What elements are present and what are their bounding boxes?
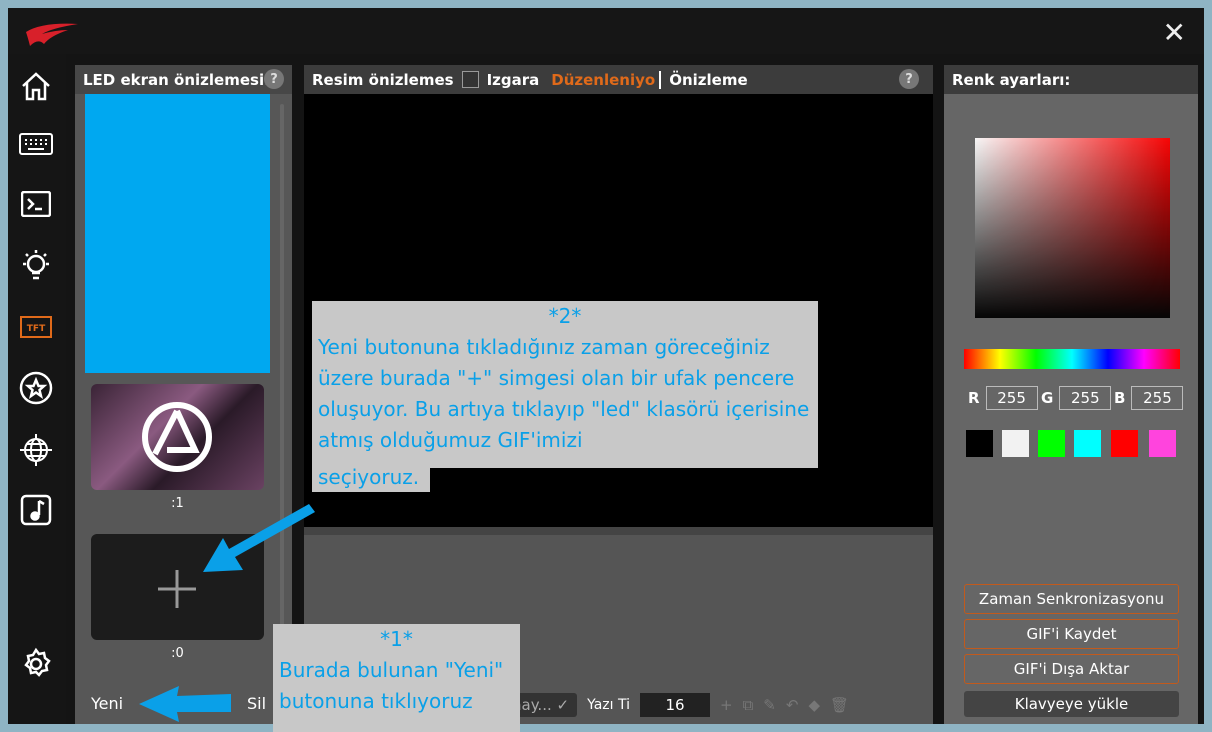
g-input[interactable]: 255 xyxy=(1059,386,1112,410)
r-input[interactable]: 255 xyxy=(985,386,1038,410)
color-settings-panel: R 255 G 255 B 255 Zaman Senkronizasyonu GIF… xyxy=(944,94,1198,724)
music-icon[interactable] xyxy=(18,492,54,528)
swatch-red[interactable] xyxy=(1111,430,1138,457)
time-sync-button[interactable]: Zaman Senkronizasyonu xyxy=(964,584,1179,614)
color-picker-square[interactable] xyxy=(975,138,1170,318)
load-to-keyboard-button[interactable]: Klavyeye yükle xyxy=(964,691,1179,717)
led-frames-panel: :1 :0 Yeni Sil xyxy=(75,94,292,724)
led-screen-preview xyxy=(85,94,270,373)
r-label: R xyxy=(968,389,980,407)
home-icon[interactable] xyxy=(18,68,54,104)
title-bar: ✕ xyxy=(8,8,1204,54)
grid-label: Izgara xyxy=(486,70,540,89)
swatch-magenta[interactable] xyxy=(1149,430,1176,457)
image-preview-header: Resim önizlemes Izgara Düzenleniyo Önizl… xyxy=(304,65,933,94)
tft-icon[interactable]: TFT xyxy=(18,309,54,345)
close-button[interactable]: ✕ xyxy=(1163,16,1186,49)
g-label: G xyxy=(1041,389,1054,407)
b-label: B xyxy=(1114,389,1126,407)
b-input[interactable]: 255 xyxy=(1131,386,1184,410)
annotation-1: *1* Burada bulunan "Yeni" butonuna tıklı… xyxy=(273,624,520,732)
keyboard-icon[interactable] xyxy=(18,126,54,162)
export-gif-button[interactable]: GIF'i Dışa Aktar xyxy=(964,654,1179,684)
help-icon[interactable]: ? xyxy=(264,69,284,89)
tab-preview[interactable]: Önizleme xyxy=(669,71,747,89)
annotation-1-text: Burada bulunan "Yeni" butonuna tıklıyoru… xyxy=(279,658,504,713)
brand-logo xyxy=(26,23,78,46)
svg-text:TFT: TFT xyxy=(27,324,46,334)
annotation-2-text: Yeni butonuna tıkladığınız zaman göreceğ… xyxy=(318,335,810,452)
divider xyxy=(304,527,933,535)
trash-icon[interactable]: 🗑 xyxy=(830,696,849,714)
font-size-label: Yazı Ti xyxy=(587,697,630,713)
led-preview-title: LED ekran önizlemesi: xyxy=(83,70,271,89)
color-settings-header: Renk ayarları: xyxy=(944,65,1198,94)
arrow-icon xyxy=(139,686,231,722)
image-preview-title: Resim önizlemes xyxy=(312,70,454,89)
globe-icon[interactable] xyxy=(18,432,54,468)
undo-icon[interactable]: ↶ xyxy=(786,696,799,714)
lightbulb-icon[interactable] xyxy=(18,248,54,284)
add-icon[interactable]: + xyxy=(720,696,733,714)
swatch-green[interactable] xyxy=(1038,430,1065,457)
pencil-icon[interactable]: ✎ xyxy=(763,696,776,714)
annotation-1-title: *1* xyxy=(380,627,413,651)
swatch-black[interactable] xyxy=(966,430,993,457)
frame-label: :0 xyxy=(171,646,184,661)
settings-gear-icon[interactable] xyxy=(18,646,54,682)
new-button[interactable]: Yeni xyxy=(91,694,123,713)
sidebar: TFT xyxy=(8,54,66,724)
hue-slider[interactable] xyxy=(964,349,1180,369)
swatch-cyan[interactable] xyxy=(1074,430,1101,457)
font-size-input[interactable]: 16 xyxy=(640,693,710,717)
linkin-park-logo xyxy=(142,402,212,472)
frame-thumbnail-1[interactable] xyxy=(91,384,264,490)
help-icon[interactable]: ? xyxy=(899,69,919,89)
arrow-icon xyxy=(203,504,315,572)
delete-button[interactable]: Sil xyxy=(247,694,266,713)
annotation-2: *2* Yeni butonuna tıkladığınız zaman gör… xyxy=(312,301,818,468)
save-gif-button[interactable]: GIF'i Kaydet xyxy=(964,619,1179,649)
led-preview-header: LED ekran önizlemesi: ? xyxy=(75,65,292,94)
star-badge-icon[interactable] xyxy=(18,370,54,406)
annotation-2-tail: seçiyoruz. xyxy=(312,466,430,492)
copy-icon[interactable]: ⧉ xyxy=(743,696,754,714)
swatch-white[interactable] xyxy=(1002,430,1029,457)
annotation-2-title: *2* xyxy=(548,304,582,328)
grid-checkbox[interactable] xyxy=(461,71,479,88)
eraser-icon[interactable]: ◆ xyxy=(808,696,820,714)
tab-editing[interactable]: Düzenleniyo xyxy=(551,70,662,89)
terminal-icon[interactable] xyxy=(18,186,54,222)
color-settings-title: Renk ayarları: xyxy=(952,70,1071,89)
